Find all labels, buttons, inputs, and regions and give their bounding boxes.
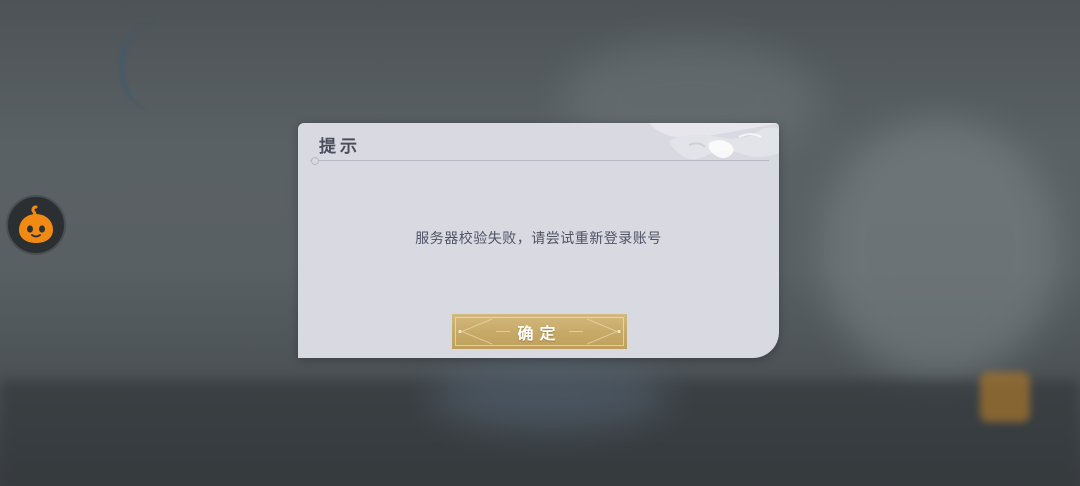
orange-mascot-icon [19,205,53,243]
background-blur-orange [980,372,1030,422]
divider-ornament-icon [311,157,319,165]
alert-dialog: 提示 服务器校验失败，请尝试重新登录账号 确定 [298,123,779,358]
floating-assistant-button[interactable] [6,195,66,255]
background-blur [430,360,670,430]
dialog-title: 提示 [319,137,361,157]
cloud-ornament-icon [649,123,779,160]
dialog-message: 服务器校验失败，请尝试重新登录账号 [415,231,662,247]
game-screen: 提示 服务器校验失败，请尝试重新登录账号 确定 [0,0,1080,486]
confirm-button[interactable]: 确定 [451,313,628,350]
title-divider [310,160,769,161]
confirm-button-label: 确定 [517,323,562,343]
background-swirl [118,22,195,112]
background-blur [820,120,1060,380]
